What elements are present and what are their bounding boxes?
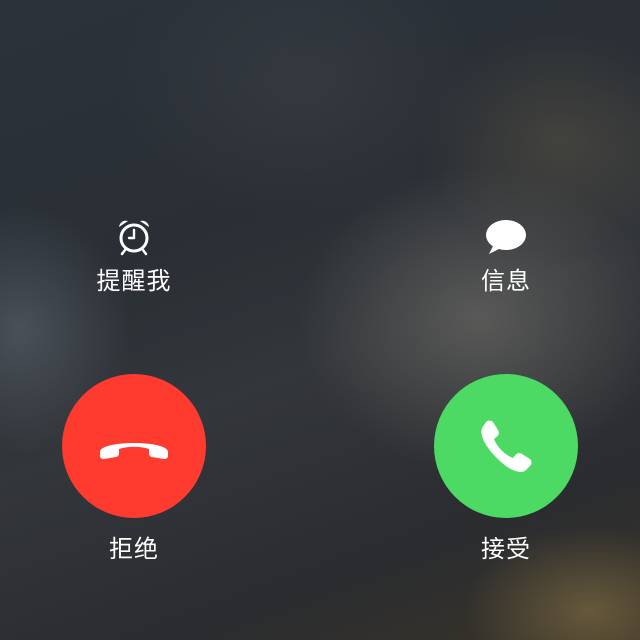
decline-label: 拒绝 bbox=[109, 535, 159, 563]
decline-button[interactable] bbox=[62, 374, 206, 518]
phone-hangup-icon bbox=[100, 443, 168, 459]
alarm-clock-icon bbox=[112, 214, 156, 258]
remind-me-label: 提醒我 bbox=[96, 267, 172, 295]
speech-bubble-icon bbox=[484, 214, 528, 258]
remind-me-button[interactable]: 提醒我 bbox=[64, 214, 204, 296]
decline-call[interactable]: 拒绝 bbox=[44, 374, 224, 564]
message-label: 信息 bbox=[481, 267, 531, 295]
phone-icon bbox=[481, 420, 532, 472]
accept-label: 接受 bbox=[481, 535, 531, 563]
message-button[interactable]: 信息 bbox=[436, 214, 576, 296]
accept-call[interactable]: 接受 bbox=[416, 374, 596, 564]
accept-button[interactable] bbox=[434, 374, 578, 518]
